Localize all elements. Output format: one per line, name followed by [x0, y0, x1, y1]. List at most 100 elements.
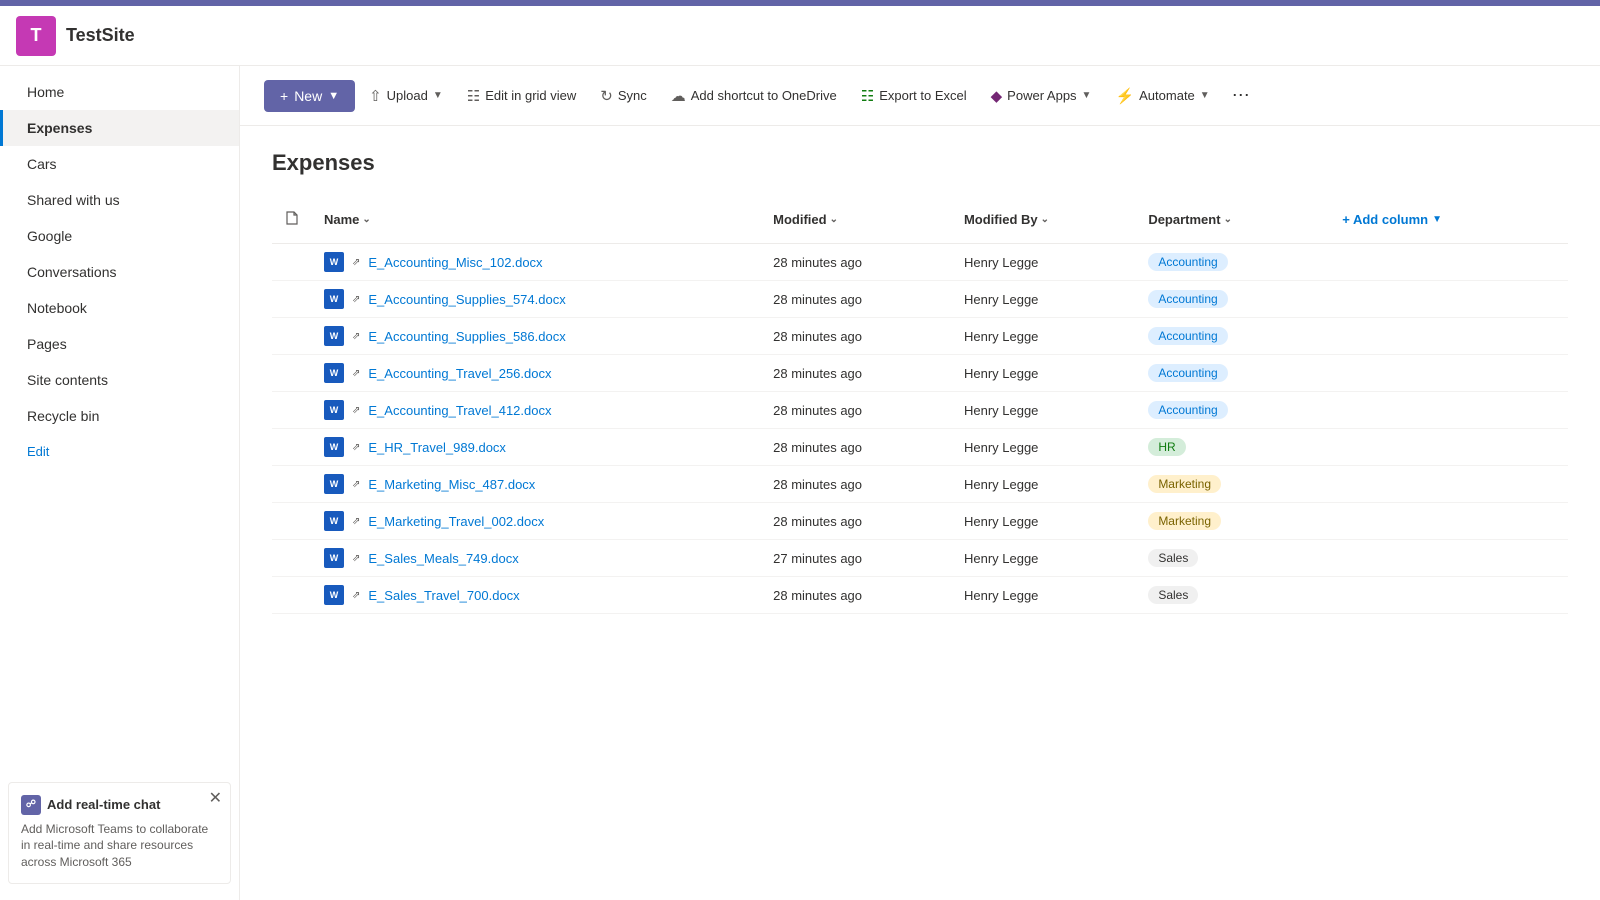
row-name-cell: W ⇗ E_Accounting_Supplies_574.docx: [312, 281, 761, 318]
row-department-cell: Accounting: [1136, 244, 1318, 281]
word-doc-icon: W: [324, 548, 344, 568]
export-excel-button[interactable]: ☷ Export to Excel: [851, 80, 977, 112]
new-chevron-icon: ▼: [328, 90, 339, 102]
row-checkbox-cell: [272, 540, 312, 577]
table-row[interactable]: W ⇗ E_Accounting_Travel_412.docx 28 minu…: [272, 392, 1568, 429]
row-modified-cell: 28 minutes ago: [761, 244, 952, 281]
file-link[interactable]: E_Accounting_Supplies_574.docx: [368, 292, 565, 307]
document-type-icon: [284, 210, 300, 226]
row-checkbox-cell: [272, 577, 312, 614]
site-logo: T: [16, 16, 56, 56]
sidebar-item-cars[interactable]: Cars: [0, 146, 239, 182]
table-row[interactable]: W ⇗ E_Accounting_Travel_256.docx 28 minu…: [272, 355, 1568, 392]
row-department-cell: Accounting: [1136, 392, 1318, 429]
share-arrow-icon: ⇗: [352, 553, 360, 564]
file-link[interactable]: E_Accounting_Travel_412.docx: [368, 403, 551, 418]
table-row[interactable]: W ⇗ E_Sales_Meals_749.docx 27 minutes ag…: [272, 540, 1568, 577]
file-link[interactable]: E_Accounting_Misc_102.docx: [368, 255, 542, 270]
chat-close-button[interactable]: ✕: [209, 791, 222, 807]
sidebar-item-pages[interactable]: Pages: [0, 326, 239, 362]
sidebar: Home Expenses Cars Shared with us Google…: [0, 66, 240, 900]
row-extra-cell: [1318, 466, 1568, 503]
sync-button[interactable]: ↻ Sync: [590, 80, 656, 112]
upload-button[interactable]: ⇧ Upload ▼: [359, 80, 453, 112]
table-row[interactable]: W ⇗ E_HR_Travel_989.docx 28 minutes ago …: [272, 429, 1568, 466]
file-link[interactable]: E_Accounting_Supplies_586.docx: [368, 329, 565, 344]
th-department[interactable]: Department ⌄: [1136, 196, 1318, 244]
row-name-cell: W ⇗ E_Sales_Meals_749.docx: [312, 540, 761, 577]
file-link[interactable]: E_Marketing_Misc_487.docx: [368, 477, 535, 492]
file-link[interactable]: E_HR_Travel_989.docx: [368, 440, 506, 455]
row-modified-cell: 27 minutes ago: [761, 540, 952, 577]
sidebar-item-conversations[interactable]: Conversations: [0, 254, 239, 290]
share-arrow-icon: ⇗: [352, 405, 360, 416]
row-department-cell: Accounting: [1136, 318, 1318, 355]
table-row[interactable]: W ⇗ E_Accounting_Supplies_586.docx 28 mi…: [272, 318, 1568, 355]
row-department-cell: HR: [1136, 429, 1318, 466]
dept-sort-icon: ⌄: [1224, 214, 1232, 225]
table-row[interactable]: W ⇗ E_Sales_Travel_700.docx 28 minutes a…: [272, 577, 1568, 614]
file-link[interactable]: E_Sales_Meals_749.docx: [368, 551, 518, 566]
table-row[interactable]: W ⇗ E_Marketing_Travel_002.docx 28 minut…: [272, 503, 1568, 540]
th-add-column[interactable]: + Add column ▼: [1318, 196, 1568, 244]
share-arrow-icon: ⇗: [352, 331, 360, 342]
sidebar-item-notebook[interactable]: Notebook: [0, 290, 239, 326]
sidebar-item-google[interactable]: Google: [0, 218, 239, 254]
sidebar-item-expenses[interactable]: Expenses: [0, 110, 239, 146]
row-modified-by-cell: Henry Legge: [952, 318, 1136, 355]
header: T TestSite: [0, 6, 1600, 66]
row-modified-by-cell: Henry Legge: [952, 355, 1136, 392]
automate-button[interactable]: ⚡ Automate ▼: [1105, 80, 1219, 112]
automate-icon: ⚡: [1115, 87, 1134, 105]
edit-grid-button[interactable]: ☷ Edit in grid view: [457, 80, 587, 112]
sidebar-nav: Home Expenses Cars Shared with us Google…: [0, 74, 239, 774]
share-arrow-icon: ⇗: [352, 590, 360, 601]
share-arrow-icon: ⇗: [352, 257, 360, 268]
dept-badge: HR: [1148, 438, 1185, 456]
table-row[interactable]: W ⇗ E_Marketing_Misc_487.docx 28 minutes…: [272, 466, 1568, 503]
row-checkbox-cell: [272, 318, 312, 355]
table-row[interactable]: W ⇗ E_Accounting_Supplies_574.docx 28 mi…: [272, 281, 1568, 318]
more-button[interactable]: ⋯: [1224, 78, 1258, 113]
chat-panel-title: ☍ Add real-time chat: [21, 795, 218, 815]
th-modified-by[interactable]: Modified By ⌄: [952, 196, 1136, 244]
row-name-cell: W ⇗ E_Accounting_Supplies_586.docx: [312, 318, 761, 355]
dept-badge: Sales: [1148, 586, 1198, 604]
row-modified-cell: 28 minutes ago: [761, 577, 952, 614]
row-department-cell: Accounting: [1136, 281, 1318, 318]
row-checkbox-cell: [272, 503, 312, 540]
chat-panel-description: Add Microsoft Teams to collaborate in re…: [21, 821, 218, 871]
word-doc-icon: W: [324, 326, 344, 346]
row-name-cell: W ⇗ E_Accounting_Travel_412.docx: [312, 392, 761, 429]
th-name[interactable]: Name ⌄: [312, 196, 761, 244]
teams-icon: ☍: [21, 795, 41, 815]
th-modified[interactable]: Modified ⌄: [761, 196, 952, 244]
sidebar-item-edit[interactable]: Edit: [0, 434, 239, 469]
sidebar-item-home[interactable]: Home: [0, 74, 239, 110]
share-arrow-icon: ⇗: [352, 368, 360, 379]
add-column-button[interactable]: + Add column ▼: [1330, 204, 1454, 235]
row-department-cell: Accounting: [1136, 355, 1318, 392]
excel-icon: ☷: [861, 87, 874, 105]
sidebar-item-shared-with-us[interactable]: Shared with us: [0, 182, 239, 218]
add-shortcut-button[interactable]: ☁ Add shortcut to OneDrive: [661, 80, 847, 112]
word-doc-icon: W: [324, 585, 344, 605]
file-link[interactable]: E_Marketing_Travel_002.docx: [368, 514, 544, 529]
row-modified-by-cell: Henry Legge: [952, 503, 1136, 540]
layout: Home Expenses Cars Shared with us Google…: [0, 66, 1600, 900]
add-column-chevron-icon: ▼: [1432, 214, 1442, 225]
dept-badge: Accounting: [1148, 327, 1227, 345]
file-link[interactable]: E_Accounting_Travel_256.docx: [368, 366, 551, 381]
row-modified-by-cell: Henry Legge: [952, 540, 1136, 577]
row-modified-by-cell: Henry Legge: [952, 281, 1136, 318]
dept-badge: Marketing: [1148, 475, 1221, 493]
table-row[interactable]: W ⇗ E_Accounting_Misc_102.docx 28 minute…: [272, 244, 1568, 281]
sidebar-item-site-contents[interactable]: Site contents: [0, 362, 239, 398]
file-link[interactable]: E_Sales_Travel_700.docx: [368, 588, 519, 603]
modified-sort-icon: ⌄: [830, 214, 838, 225]
new-button[interactable]: + New ▼: [264, 80, 355, 112]
plus-icon: +: [280, 88, 288, 104]
sidebar-item-recycle-bin[interactable]: Recycle bin: [0, 398, 239, 434]
power-apps-button[interactable]: ◆ Power Apps ▼: [981, 80, 1102, 112]
word-doc-icon: W: [324, 400, 344, 420]
